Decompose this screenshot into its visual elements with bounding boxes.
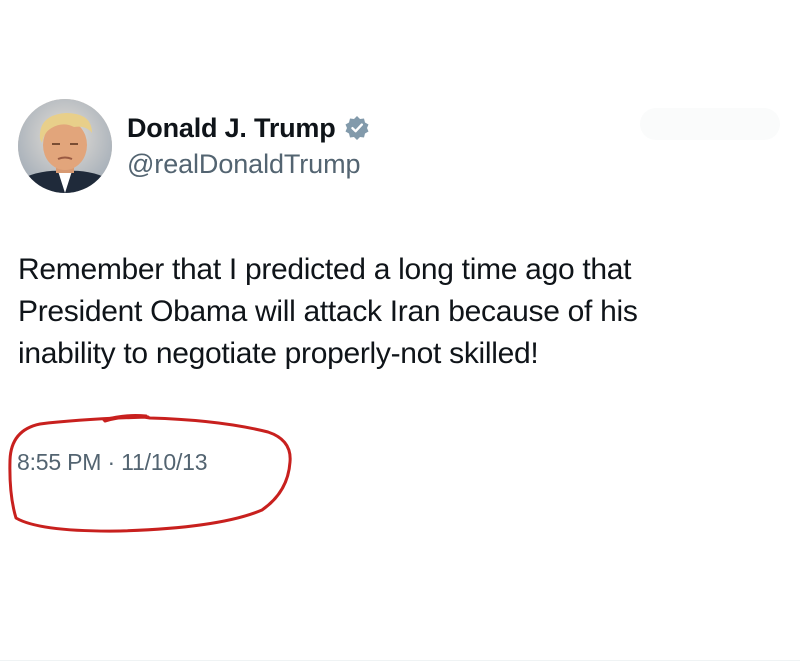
tweet-card: Donald J. Trump @realDonaldTrump Remembe… — [0, 0, 800, 667]
avatar-image — [18, 99, 112, 193]
author-name-row: Donald J. Trump — [127, 111, 370, 145]
tweet-timestamp[interactable]: 8:55 PM · 11/10/13 — [17, 449, 208, 476]
author-display-name[interactable]: Donald J. Trump — [127, 113, 336, 144]
author-handle[interactable]: @realDonaldTrump — [127, 149, 361, 180]
tweet-text-line: Remember that I predicted a long time ag… — [18, 253, 632, 286]
tweet-text-line: inability to negotiate properly-not skil… — [18, 337, 539, 370]
verified-badge-icon — [344, 115, 370, 141]
faded-header-element — [640, 108, 780, 140]
tweet-text: Remember that I predicted a long time ag… — [18, 249, 788, 375]
author-avatar[interactable] — [18, 99, 112, 193]
tweet-text-line: President Obama will attack Iran because… — [18, 295, 638, 328]
divider — [0, 660, 800, 661]
